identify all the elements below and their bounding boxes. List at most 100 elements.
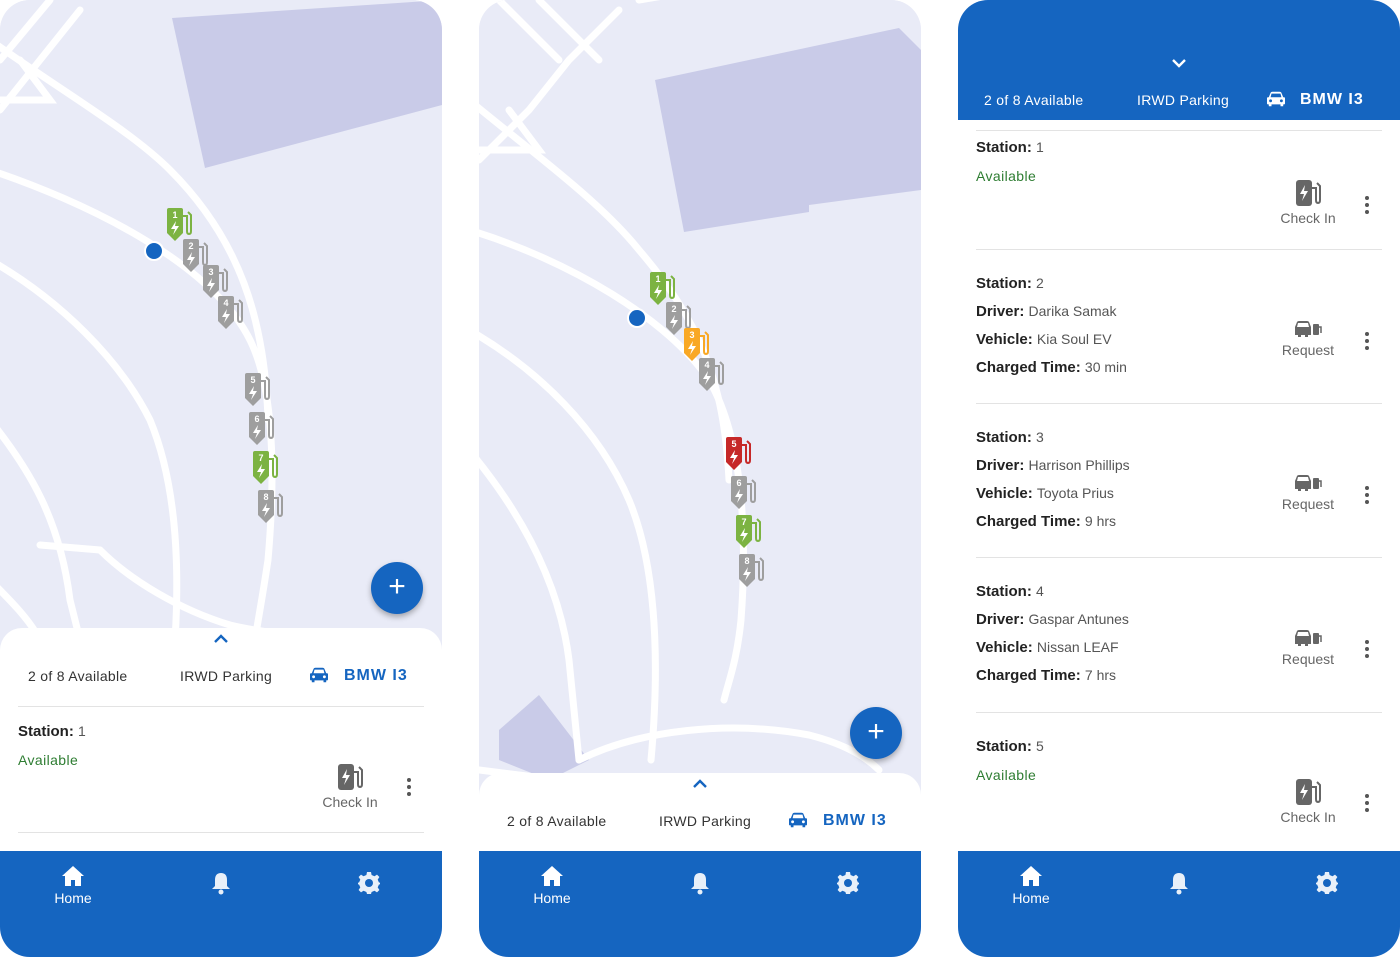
expand-chevron-icon[interactable] — [0, 632, 442, 648]
marker-number: 1 — [172, 210, 177, 220]
marker-number: 3 — [689, 330, 694, 340]
divider — [976, 403, 1382, 404]
home-icon — [62, 866, 84, 886]
marker-number: 1 — [655, 274, 660, 284]
nav-settings[interactable] — [808, 871, 888, 898]
bottom-sheet: 2 of 8 Available IRWD Parking BMW I3 — [479, 773, 921, 863]
bottom-sheet: 2 of 8 Available IRWD Parking BMW I3 Sta… — [0, 628, 442, 868]
selected-vehicle[interactable]: BMW I3 — [823, 812, 887, 830]
marker-number: 2 — [188, 241, 193, 251]
car-charger-icon — [1295, 630, 1322, 646]
availability-count: 2 of 8 Available — [984, 92, 1084, 108]
more-options-icon[interactable] — [1365, 196, 1371, 217]
parking-lot-name[interactable]: IRWD Parking — [659, 813, 751, 829]
nav-alerts[interactable] — [660, 871, 740, 898]
charger-marker-icon[interactable]: 7 — [250, 450, 280, 486]
expanded-header: 2 of 8 Available IRWD Parking BMW I3 — [958, 0, 1400, 120]
phone-map-status-colors: 1 2 3 4 5 6 7 8 + 2 of 8 Available IRWD Parking… — [479, 0, 921, 957]
divider — [976, 130, 1382, 131]
collapse-chevron-icon[interactable] — [958, 56, 1400, 72]
charger-icon — [1296, 779, 1321, 805]
station-status: Available — [976, 168, 1037, 184]
nav-home[interactable]: Home — [512, 865, 592, 906]
station-number: Station: 1 — [976, 139, 1044, 156]
check-in-button[interactable]: Check In — [310, 762, 390, 810]
phone-station-list: 2 of 8 Available IRWD Parking BMW I3 Sta… — [958, 0, 1400, 957]
more-options-icon[interactable] — [407, 778, 413, 799]
station-vehicle: Vehicle: Nissan LEAF — [976, 639, 1119, 656]
request-button[interactable]: Request — [1268, 472, 1348, 512]
marker-number: 5 — [250, 375, 255, 385]
station-driver: Driver: Harrison Phillips — [976, 457, 1130, 474]
charger-marker-icon[interactable]: 6 — [728, 475, 758, 511]
bell-icon — [691, 873, 709, 895]
marker-number: 6 — [736, 478, 741, 488]
parking-lot-name[interactable]: IRWD Parking — [1137, 92, 1229, 108]
station-charged-time: Charged Time: 7 hrs — [976, 667, 1117, 684]
more-options-icon[interactable] — [1365, 332, 1371, 353]
car-icon — [1267, 91, 1285, 107]
station-number: Station: 4 — [976, 583, 1044, 600]
check-in-button[interactable]: Check In — [1268, 777, 1348, 825]
charger-marker-icon[interactable]: 5 — [723, 436, 753, 472]
more-options-icon[interactable] — [1365, 794, 1371, 815]
marker-number: 8 — [263, 492, 268, 502]
car-charger-icon — [1295, 321, 1322, 337]
availability-count: 2 of 8 Available — [28, 668, 128, 684]
charger-marker-icon[interactable]: 7 — [733, 514, 763, 550]
nav-home[interactable]: Home — [991, 865, 1071, 906]
request-button[interactable]: Request — [1268, 627, 1348, 667]
station-number: Station: 5 — [976, 738, 1044, 755]
divider — [18, 706, 424, 707]
station-charged-time: Charged Time: 30 min — [976, 359, 1127, 376]
gear-icon — [1316, 872, 1338, 894]
more-options-icon[interactable] — [1365, 640, 1371, 661]
charger-icon — [338, 764, 363, 790]
nav-home[interactable]: Home — [33, 865, 113, 906]
marker-number: 7 — [258, 453, 263, 463]
station-driver: Driver: Gaspar Antunes — [976, 611, 1129, 628]
charger-marker-icon[interactable]: 8 — [255, 489, 285, 525]
nav-alerts[interactable] — [181, 871, 261, 898]
divider — [976, 249, 1382, 250]
station-status: Available — [18, 752, 79, 768]
selected-vehicle[interactable]: BMW I3 — [344, 667, 408, 685]
expand-chevron-icon[interactable] — [479, 777, 921, 793]
station-number: Station: 3 — [976, 429, 1044, 446]
charger-marker-icon[interactable]: 4 — [215, 295, 245, 331]
marker-number: 7 — [741, 517, 746, 527]
station-number: Station: 1 — [18, 723, 86, 740]
station-vehicle: Vehicle: Kia Soul EV — [976, 331, 1112, 348]
gear-icon — [837, 872, 859, 894]
station-number: Station: 2 — [976, 275, 1044, 292]
summary-row: 2 of 8 Available IRWD Parking BMW I3 — [958, 90, 1400, 110]
charger-marker-icon[interactable]: 8 — [736, 553, 766, 589]
marker-number: 2 — [671, 304, 676, 314]
divider — [976, 712, 1382, 713]
more-options-icon[interactable] — [1365, 486, 1371, 507]
home-icon — [1020, 866, 1042, 886]
bottom-navigation: Home — [958, 851, 1400, 957]
marker-number: 4 — [223, 298, 228, 308]
station-status: Available — [976, 767, 1037, 783]
add-fab-button[interactable]: + — [850, 707, 902, 759]
summary-row: 2 of 8 Available IRWD Parking BMW I3 — [479, 811, 921, 831]
charger-marker-icon[interactable]: 4 — [696, 357, 726, 393]
nav-settings[interactable] — [329, 871, 409, 898]
add-fab-button[interactable]: + — [371, 562, 423, 614]
bell-icon — [1170, 873, 1188, 895]
marker-number: 6 — [254, 414, 259, 424]
nav-settings[interactable] — [1287, 871, 1367, 898]
check-in-button[interactable]: Check In — [1268, 178, 1348, 226]
request-button[interactable]: Request — [1268, 318, 1348, 358]
parking-lot-name[interactable]: IRWD Parking — [180, 668, 272, 684]
nav-alerts[interactable] — [1139, 871, 1219, 898]
marker-number: 4 — [704, 360, 709, 370]
charger-marker-icon[interactable]: 5 — [242, 372, 272, 408]
marker-number: 5 — [731, 439, 736, 449]
selected-vehicle[interactable]: BMW I3 — [1300, 91, 1364, 109]
phone-map-collapsed: 1 2 3 4 5 6 7 8 + 2 of 8 Available IRWD Parking… — [0, 0, 442, 957]
station-charged-time: Charged Time: 9 hrs — [976, 513, 1117, 530]
availability-count: 2 of 8 Available — [507, 813, 607, 829]
charger-marker-icon[interactable]: 6 — [246, 411, 276, 447]
